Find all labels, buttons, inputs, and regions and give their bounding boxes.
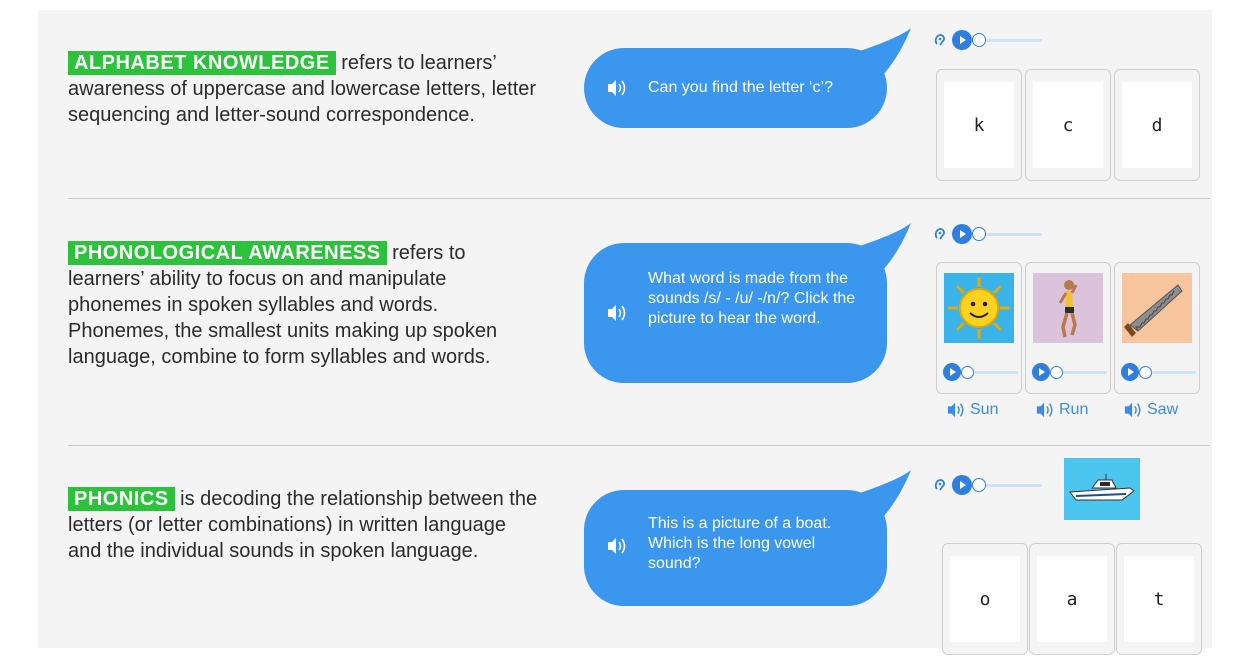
- term-highlight: PHONOLOGICAL AWARENESS: [68, 241, 387, 265]
- word-text: Run: [1059, 401, 1089, 418]
- letter-card-3[interactable]: d: [1114, 69, 1200, 181]
- term-highlight: ALPHABET KNOWLEDGE: [68, 51, 336, 75]
- ear-icon: [934, 479, 945, 491]
- word-label-saw[interactable]: Saw: [1123, 401, 1178, 419]
- play-icon[interactable]: [952, 30, 972, 50]
- mini-audio-player[interactable]: [1032, 363, 1107, 381]
- progress-track[interactable]: [986, 484, 1042, 487]
- progress-track[interactable]: [986, 39, 1042, 42]
- prompt-bubble: What word is made from the sounds /s/ - …: [584, 223, 911, 383]
- speaker-icon[interactable]: [606, 78, 628, 98]
- letter-option: a: [1037, 556, 1107, 642]
- divider: [68, 198, 1210, 199]
- speaker-icon[interactable]: [606, 536, 628, 556]
- picture-card-run[interactable]: [1025, 262, 1111, 394]
- word-text: Sun: [970, 401, 999, 418]
- audio-player[interactable]: [932, 224, 1048, 244]
- picture-card-sun[interactable]: [936, 262, 1022, 394]
- phonics-description: PHONICS is decoding the relationship bet…: [68, 486, 538, 564]
- play-icon[interactable]: [952, 224, 972, 244]
- speaker-icon[interactable]: [1123, 401, 1143, 419]
- progress-knob[interactable]: [1050, 366, 1063, 379]
- prompt-text: This is a picture of a boat. Which is th…: [648, 515, 832, 572]
- term-highlight: PHONICS: [68, 487, 175, 511]
- audio-player[interactable]: [932, 30, 1048, 50]
- saw-image: [1122, 273, 1192, 343]
- word-text: Saw: [1147, 401, 1179, 418]
- progress-track[interactable]: [1152, 371, 1196, 374]
- bubble-tail: [839, 470, 911, 530]
- picture-card-saw[interactable]: [1114, 262, 1200, 394]
- progress-knob[interactable]: [972, 478, 986, 492]
- prompt-text: What word is made from the sounds /s/ - …: [648, 270, 856, 327]
- ear-icon: [934, 228, 945, 240]
- progress-knob[interactable]: [961, 366, 974, 379]
- progress-knob[interactable]: [972, 33, 986, 47]
- letter-card-3[interactable]: t: [1116, 543, 1202, 655]
- ear-icon: [934, 34, 945, 46]
- play-icon[interactable]: [952, 475, 972, 495]
- prompt-bubble: This is a picture of a boat. Which is th…: [584, 470, 911, 606]
- letter-option: d: [1122, 82, 1192, 168]
- play-icon[interactable]: [1032, 363, 1050, 381]
- speaker-icon[interactable]: [606, 303, 628, 323]
- letter-option: t: [1124, 556, 1194, 642]
- divider: [68, 445, 1210, 446]
- runner-image: [1033, 273, 1103, 343]
- prompt-bubble: Can you find the letter ‘c’?: [584, 28, 911, 128]
- letter-card-2[interactable]: a: [1029, 543, 1115, 655]
- progress-track[interactable]: [1063, 371, 1107, 374]
- mini-audio-player[interactable]: [943, 363, 1018, 381]
- play-icon[interactable]: [1121, 363, 1139, 381]
- progress-track[interactable]: [986, 233, 1042, 236]
- alphabet-description: ALPHABET KNOWLEDGE refers to learners’ a…: [68, 50, 538, 128]
- phonological-description: PHONOLOGICAL AWARENESS refers to learner…: [68, 240, 538, 370]
- mini-audio-player[interactable]: [1121, 363, 1196, 381]
- letter-card-2[interactable]: c: [1025, 69, 1111, 181]
- speaker-icon[interactable]: [1035, 401, 1055, 419]
- progress-knob[interactable]: [1139, 366, 1152, 379]
- progress-knob[interactable]: [972, 227, 986, 241]
- letter-option: k: [944, 82, 1014, 168]
- letter-card-1[interactable]: o: [942, 543, 1028, 655]
- progress-track[interactable]: [974, 371, 1018, 374]
- prompt-text: Can you find the letter ‘c’?: [648, 79, 833, 96]
- boat-image: [1064, 458, 1140, 520]
- word-label-run[interactable]: Run: [1035, 401, 1088, 419]
- letter-card-1[interactable]: k: [936, 69, 1022, 181]
- play-icon[interactable]: [943, 363, 961, 381]
- speaker-icon[interactable]: [946, 401, 966, 419]
- audio-player[interactable]: [932, 475, 1048, 495]
- sun-image: [944, 273, 1014, 343]
- letter-option: o: [950, 556, 1020, 642]
- letter-option: c: [1033, 82, 1103, 168]
- bubble-tail: [839, 28, 911, 88]
- word-label-sun[interactable]: Sun: [946, 401, 998, 419]
